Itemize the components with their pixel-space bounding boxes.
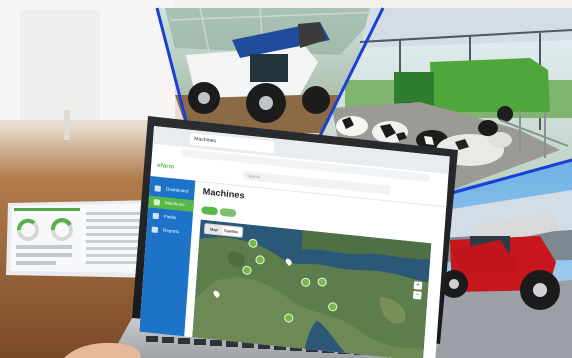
- app-logo[interactable]: efarm: [157, 163, 174, 171]
- filter-chip[interactable]: [219, 207, 237, 218]
- feeder-wagon: [430, 58, 550, 112]
- laptop-screen-app: Machines efarm Search Dashboard Machines…: [139, 126, 450, 358]
- sidebar-item-label: Dashboard: [165, 186, 189, 194]
- machines-map[interactable]: Map Satellite + −: [192, 219, 432, 358]
- marketing-collage: Machines efarm Search Dashboard Machines…: [0, 0, 572, 358]
- field-icon: [152, 212, 160, 220]
- map-toggle-map[interactable]: Map: [204, 224, 223, 235]
- sidebar: Dashboard Machines Fields Reports: [139, 175, 196, 337]
- sidebar-item-label: Fields: [163, 213, 177, 221]
- page-title: Machines: [202, 186, 245, 201]
- sidebar-item-label: Reports: [162, 227, 180, 235]
- dashboard-icon: [154, 185, 162, 192]
- filter-chip[interactable]: [201, 205, 219, 216]
- sidebar-item-reports[interactable]: Reports: [146, 223, 192, 239]
- tractor-icon: [153, 199, 161, 206]
- report-icon: [151, 226, 159, 233]
- sidebar-item-label: Machines: [164, 200, 185, 208]
- map-toggle-satellite[interactable]: Satellite: [222, 226, 240, 237]
- tractor-wheel: [302, 86, 330, 114]
- zoom-in-button[interactable]: +: [413, 281, 423, 290]
- zoom-out-button[interactable]: −: [412, 290, 422, 300]
- map-tiles: [192, 219, 432, 358]
